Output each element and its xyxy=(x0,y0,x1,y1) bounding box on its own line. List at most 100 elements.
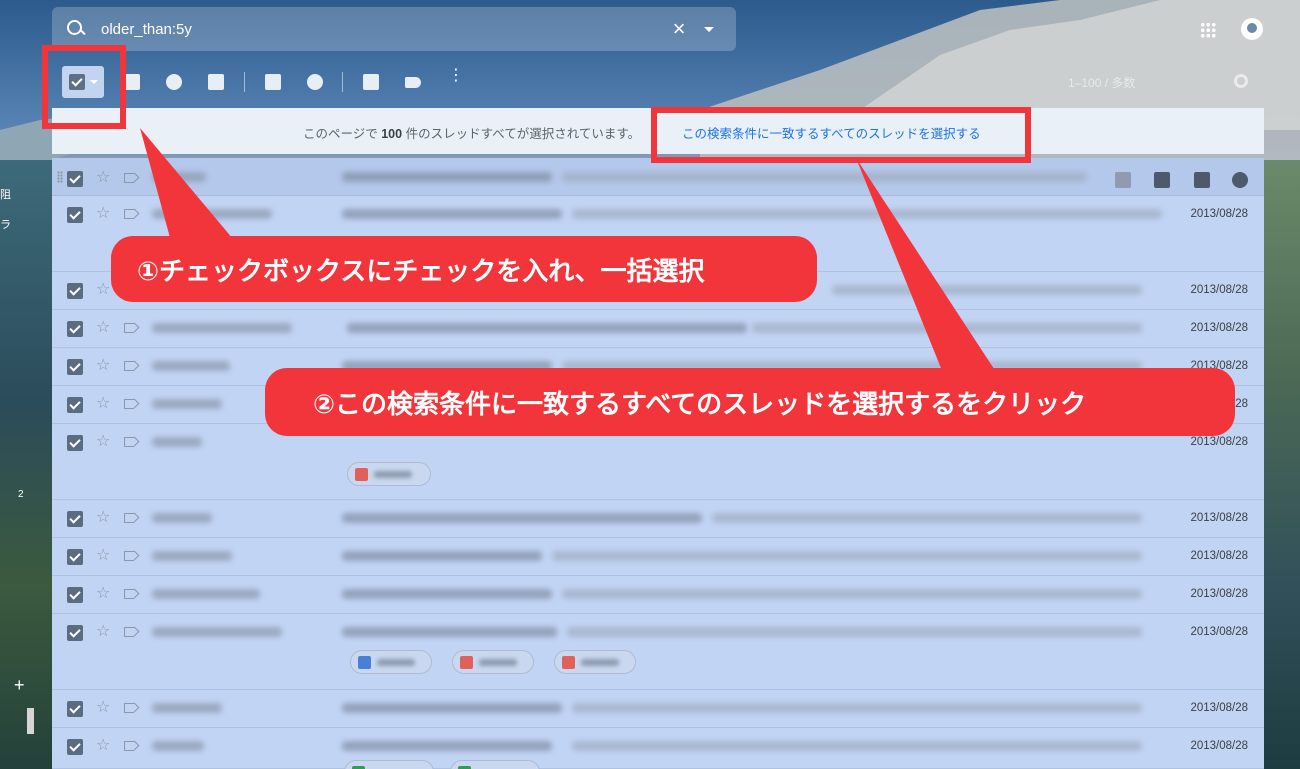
gear-icon[interactable] xyxy=(1234,74,1248,88)
row-date: 2013/08/28 xyxy=(1190,436,1248,448)
row-date: 2013/08/28 xyxy=(1190,512,1248,524)
sender-name xyxy=(152,703,222,713)
star-icon[interactable]: ☆ xyxy=(96,434,110,450)
avatar[interactable] xyxy=(1241,18,1263,40)
snippet xyxy=(572,703,1142,713)
star-icon[interactable]: ☆ xyxy=(96,170,110,186)
add-label-button[interactable]: + xyxy=(14,675,25,696)
apps-grid-icon[interactable] xyxy=(1200,22,1216,38)
sender-name xyxy=(152,172,206,182)
delete-icon[interactable] xyxy=(1154,172,1170,188)
importance-icon[interactable] xyxy=(124,627,138,637)
table-row[interactable]: ☆ 2013/08/28 xyxy=(52,576,1264,614)
snippet xyxy=(562,172,1087,182)
snippet xyxy=(712,513,1142,523)
row-checkbox[interactable] xyxy=(67,207,83,223)
attachment-chip[interactable] xyxy=(450,760,540,769)
snippet xyxy=(572,209,1162,219)
importance-icon[interactable] xyxy=(124,551,138,561)
row-checkbox[interactable] xyxy=(67,587,83,603)
importance-icon[interactable] xyxy=(124,741,138,751)
row-checkbox[interactable] xyxy=(67,739,83,755)
row-checkbox[interactable] xyxy=(67,397,83,413)
row-checkbox[interactable] xyxy=(67,321,83,337)
snooze-icon[interactable] xyxy=(1232,172,1248,188)
table-row[interactable]: ☆ xyxy=(52,158,1264,196)
star-icon[interactable]: ☆ xyxy=(96,358,110,374)
star-icon[interactable]: ☆ xyxy=(96,624,110,640)
callout-step-1: ①チェックボックスにチェックを入れ、一括選択 xyxy=(111,236,817,302)
snooze-icon[interactable] xyxy=(307,74,323,90)
row-checkbox[interactable] xyxy=(67,625,83,641)
star-icon[interactable]: ☆ xyxy=(96,282,110,298)
importance-icon[interactable] xyxy=(124,173,138,183)
subject xyxy=(342,589,552,599)
row-checkbox[interactable] xyxy=(67,549,83,565)
importance-icon[interactable] xyxy=(124,437,138,447)
delete-icon[interactable] xyxy=(208,74,224,90)
row-checkbox[interactable] xyxy=(67,283,83,299)
search-options-icon[interactable] xyxy=(704,26,714,32)
row-date: 2013/08/28 xyxy=(1190,550,1248,562)
row-checkbox[interactable] xyxy=(67,701,83,717)
table-row[interactable]: ☆ 2013/08/28 xyxy=(52,614,1264,690)
row-checkbox[interactable] xyxy=(67,511,83,527)
star-icon[interactable]: ☆ xyxy=(96,738,110,754)
importance-icon[interactable] xyxy=(124,589,138,599)
star-icon[interactable]: ☆ xyxy=(96,206,110,222)
sender-name xyxy=(152,437,202,447)
sender-name xyxy=(152,589,260,599)
row-date: 2013/08/28 xyxy=(1190,284,1248,296)
toolbar-divider xyxy=(342,72,343,92)
mark-as-read-icon[interactable] xyxy=(265,74,281,90)
scrollbar[interactable] xyxy=(27,708,34,734)
table-row[interactable]: ☆ 2013/08/28 xyxy=(52,500,1264,538)
table-row[interactable]: ☆ 2013/08/28 xyxy=(52,728,1264,769)
star-icon[interactable]: ☆ xyxy=(96,700,110,716)
search-bar[interactable]: older_than:5y × xyxy=(52,7,736,51)
snippet xyxy=(832,285,1142,295)
importance-icon[interactable] xyxy=(124,361,138,371)
table-row[interactable]: ☆ 2013/08/28 xyxy=(52,310,1264,348)
subject xyxy=(342,172,552,182)
background-trees-right xyxy=(1264,160,1300,769)
table-row[interactable]: ☆ 2013/08/28 xyxy=(52,538,1264,576)
search-input[interactable]: older_than:5y xyxy=(101,21,664,38)
star-icon[interactable]: ☆ xyxy=(96,320,110,336)
row-checkbox[interactable] xyxy=(67,435,83,451)
drag-handle-icon[interactable] xyxy=(57,171,63,183)
star-icon[interactable]: ☆ xyxy=(96,586,110,602)
attachment-chip[interactable] xyxy=(347,462,431,486)
clear-search-icon[interactable]: × xyxy=(664,18,694,40)
archive-icon[interactable] xyxy=(124,74,140,90)
search-icon[interactable] xyxy=(66,19,86,39)
star-icon[interactable]: ☆ xyxy=(96,510,110,526)
attachment-chip[interactable] xyxy=(350,650,432,674)
importance-icon[interactable] xyxy=(124,323,138,333)
more-options-icon[interactable]: ⋮ xyxy=(448,68,464,84)
sender-name xyxy=(152,323,292,333)
attachment-chip[interactable] xyxy=(344,760,434,769)
row-checkbox[interactable] xyxy=(67,359,83,375)
attachment-chip[interactable] xyxy=(452,650,534,674)
table-row[interactable]: ☆ 2013/08/28 xyxy=(52,690,1264,728)
row-checkbox[interactable] xyxy=(67,171,83,187)
snippet xyxy=(572,741,1142,751)
snippet xyxy=(567,627,1142,637)
importance-icon[interactable] xyxy=(124,399,138,409)
nav-label: 阻 xyxy=(0,189,11,201)
doc-icon xyxy=(358,656,371,669)
importance-icon[interactable] xyxy=(124,513,138,523)
star-icon[interactable]: ☆ xyxy=(96,396,110,412)
importance-icon[interactable] xyxy=(124,209,138,219)
star-icon[interactable]: ☆ xyxy=(96,548,110,564)
attachment-chip[interactable] xyxy=(554,650,636,674)
subject xyxy=(342,551,542,561)
report-spam-icon[interactable] xyxy=(166,74,182,90)
mark-as-read-icon[interactable] xyxy=(1194,172,1210,188)
archive-icon[interactable] xyxy=(1115,172,1131,188)
sender-name xyxy=(152,399,222,409)
importance-icon[interactable] xyxy=(124,703,138,713)
label-icon[interactable] xyxy=(405,77,421,88)
move-to-icon[interactable] xyxy=(363,74,379,90)
